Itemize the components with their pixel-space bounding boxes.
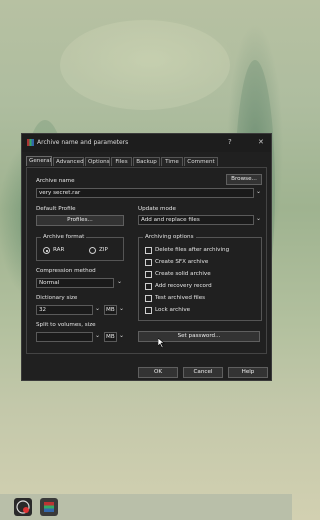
archive-format-group: Archive format RAR ZIP [36, 234, 124, 261]
dictionary-size-label: Dictionary size [36, 295, 78, 301]
archiving-options-label: Archiving options [143, 234, 196, 240]
zip-radio[interactable] [89, 247, 96, 254]
split-unit-select[interactable]: MB [104, 332, 117, 342]
browse-button[interactable]: Browse... [226, 174, 262, 185]
dictionary-unit-select[interactable]: MB [104, 305, 117, 315]
option-test-files[interactable]: Test archived files [155, 295, 205, 301]
taskbar [0, 494, 292, 520]
archive-dialog: Archive name and parameters ? ✕ General … [21, 133, 272, 381]
default-profile-label: Default Profile [36, 206, 76, 212]
tab-general[interactable]: General [26, 156, 52, 166]
profiles-button[interactable]: Profiles... [36, 215, 124, 226]
tab-time[interactable]: Time [161, 157, 183, 166]
split-volumes-label: Split to volumes, size [36, 322, 96, 328]
checkbox[interactable] [145, 259, 152, 266]
rar-label[interactable]: RAR [53, 247, 64, 253]
dictionary-size-select[interactable]: 32 [36, 305, 93, 315]
chevron-down-icon[interactable]: ⌄ [119, 332, 124, 339]
option-recovery-record[interactable]: Add recovery record [155, 283, 212, 289]
rar-radio[interactable] [43, 247, 50, 254]
chevron-down-icon[interactable]: ⌄ [256, 188, 261, 195]
cancel-button[interactable]: Cancel [183, 367, 223, 378]
set-password-button[interactable]: Set password... [138, 331, 260, 342]
winrar-icon[interactable] [40, 498, 58, 516]
checkbox[interactable] [145, 283, 152, 290]
compression-method-select[interactable]: Normal [36, 278, 114, 288]
checkbox[interactable] [145, 295, 152, 302]
tab-backup[interactable]: Backup [133, 157, 160, 166]
title-bar[interactable]: Archive name and parameters ? ✕ [22, 134, 271, 152]
general-panel: Archive name Browse... very secret.rar ⌄… [26, 167, 267, 354]
close-icon[interactable]: ✕ [258, 138, 264, 146]
chevron-down-icon[interactable]: ⌄ [256, 215, 261, 222]
zip-label[interactable]: ZIP [99, 247, 108, 253]
option-solid-archive[interactable]: Create solid archive [155, 271, 211, 277]
chevron-down-icon[interactable]: ⌄ [95, 305, 100, 312]
archiving-options-group: Archiving options Delete files after arc… [138, 234, 262, 321]
winrar-logo [44, 502, 54, 512]
help-button[interactable]: Help [228, 367, 268, 378]
tab-options[interactable]: Options [85, 157, 110, 166]
firefox-icon[interactable] [14, 498, 32, 516]
option-lock-archive[interactable]: Lock archive [155, 307, 190, 313]
split-size-input[interactable] [36, 332, 93, 342]
winrar-icon [27, 139, 34, 146]
update-mode-label: Update mode [138, 206, 176, 212]
update-mode-select[interactable]: Add and replace files [138, 215, 254, 225]
compression-method-label: Compression method [36, 268, 96, 274]
chevron-down-icon[interactable]: ⌄ [119, 305, 124, 312]
option-create-sfx[interactable]: Create SFX archive [155, 259, 208, 265]
checkbox[interactable] [145, 247, 152, 254]
option-delete-files[interactable]: Delete files after archiving [155, 247, 229, 253]
checkbox[interactable] [145, 307, 152, 314]
ok-button[interactable]: OK [138, 367, 178, 378]
archive-format-label: Archive format [41, 234, 87, 240]
background-foliage [60, 20, 230, 110]
window-title: Archive name and parameters [37, 139, 129, 146]
archive-name-input[interactable]: very secret.rar [36, 188, 254, 198]
tab-advanced[interactable]: Advanced [53, 157, 84, 166]
tab-files[interactable]: Files [111, 157, 132, 166]
chevron-down-icon[interactable]: ⌄ [117, 278, 122, 285]
checkbox[interactable] [145, 271, 152, 278]
help-icon[interactable]: ? [228, 138, 232, 146]
mouse-cursor-icon [158, 338, 165, 348]
tab-comment[interactable]: Comment [184, 157, 218, 166]
archive-name-label: Archive name [36, 178, 75, 184]
chevron-down-icon[interactable]: ⌄ [95, 332, 100, 339]
firefox-icon-graphic [16, 500, 30, 514]
